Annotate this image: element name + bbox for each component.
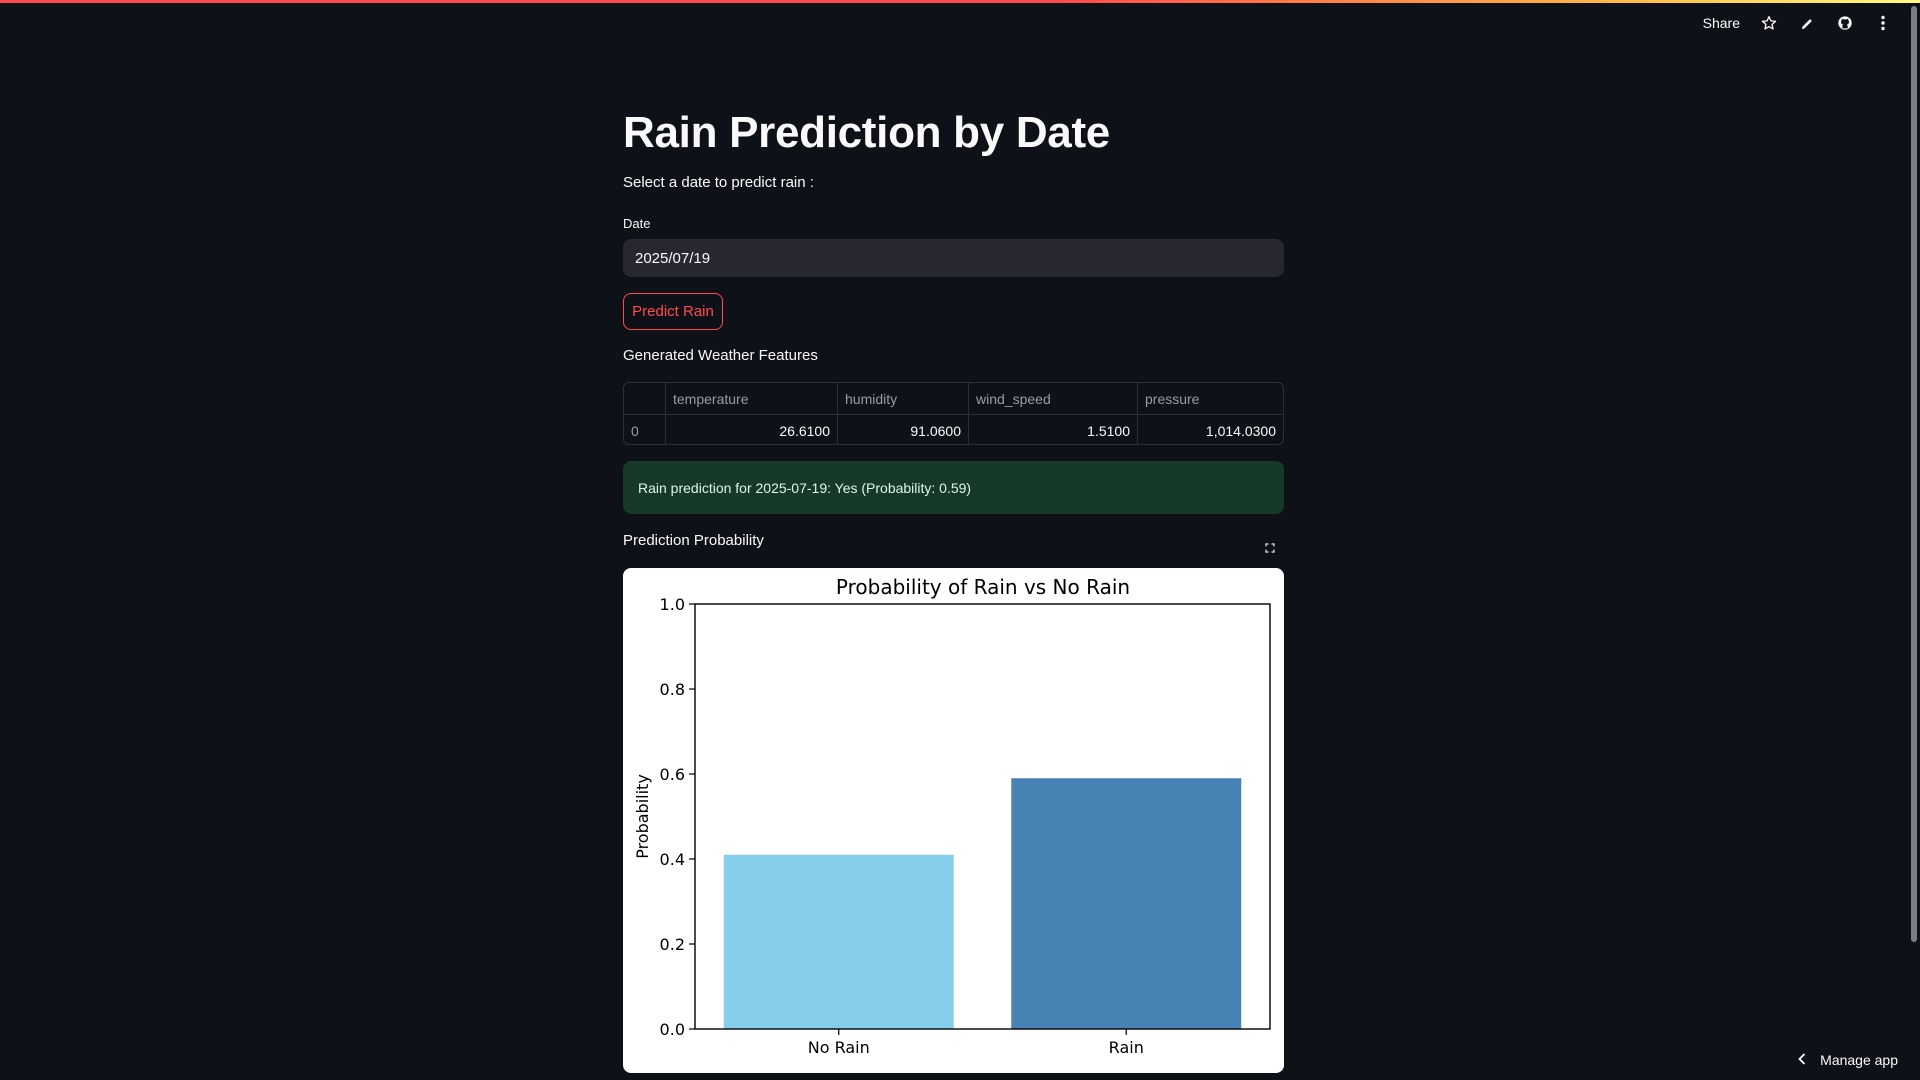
chart-marks: 0.0 0.2 0.4 0.6 0.8 1.0 No Rain Rain xyxy=(660,595,1242,1057)
probability-heading: Prediction Probability xyxy=(623,532,764,549)
header-toolbar: Share xyxy=(1703,14,1892,32)
x-tick-label: No Rain xyxy=(808,1038,870,1057)
bar-no-rain xyxy=(723,854,954,1029)
prediction-message: Rain prediction for 2025-07-19: Yes (Pro… xyxy=(638,479,972,496)
share-button[interactable]: Share xyxy=(1703,15,1740,31)
more-options-icon[interactable] xyxy=(1874,14,1892,32)
edit-pencil-icon[interactable] xyxy=(1798,14,1816,32)
manage-app-label: Manage app xyxy=(1820,1052,1898,1068)
chart-title: Probability of Rain vs No Rain xyxy=(836,575,1130,599)
table-header-pressure[interactable]: pressure xyxy=(1137,383,1283,414)
y-tick-label: 0.4 xyxy=(660,850,685,869)
y-tick-label: 0.2 xyxy=(660,935,685,954)
page-scrollbar[interactable] xyxy=(1911,6,1917,942)
github-icon[interactable] xyxy=(1836,14,1854,32)
fullscreen-icon[interactable] xyxy=(1263,541,1277,555)
bar-rain xyxy=(1011,778,1242,1029)
table-header-humidity[interactable]: humidity xyxy=(837,383,968,414)
predict-rain-button[interactable]: Predict Rain xyxy=(623,293,723,330)
date-label: Date xyxy=(623,216,651,231)
table-header-wind-speed[interactable]: wind_speed xyxy=(968,383,1137,414)
weather-features-table[interactable]: temperature humidity wind_speed pressure… xyxy=(623,382,1284,445)
table-cell-humidity[interactable]: 91.0600 xyxy=(837,415,968,444)
star-icon[interactable] xyxy=(1760,14,1778,32)
table-row: 0 26.6100 91.0600 1.5100 1,014.0300 xyxy=(624,414,1283,444)
table-cell-index[interactable]: 0 xyxy=(624,415,665,444)
prediction-success-alert: Rain prediction for 2025-07-19: Yes (Pro… xyxy=(623,461,1284,514)
table-cell-wind-speed[interactable]: 1.5100 xyxy=(968,415,1137,444)
top-decoration-bar xyxy=(0,0,1920,3)
x-tick-label: Rain xyxy=(1109,1038,1144,1057)
chevron-left-icon xyxy=(1798,1052,1806,1068)
manage-app-button[interactable]: Manage app xyxy=(1798,1052,1898,1068)
table-cell-pressure[interactable]: 1,014.0300 xyxy=(1137,415,1283,444)
y-tick-label: 1.0 xyxy=(660,595,685,614)
date-input[interactable] xyxy=(623,239,1284,277)
bar-chart-svg: Probability of Rain vs No Rain Probabili… xyxy=(633,575,1271,1057)
y-tick-label: 0.8 xyxy=(660,680,685,699)
main-content: Rain Prediction by Date Select a date to… xyxy=(623,100,1284,1073)
y-tick-label: 0.0 xyxy=(660,1020,685,1039)
table-header-row: temperature humidity wind_speed pressure xyxy=(624,383,1283,414)
table-cell-temperature[interactable]: 26.6100 xyxy=(665,415,837,444)
y-tick-label: 0.6 xyxy=(660,765,685,784)
page-title: Rain Prediction by Date xyxy=(623,108,1110,157)
y-axis-label: Probability xyxy=(633,774,652,859)
table-header-index[interactable] xyxy=(624,383,665,414)
probability-chart: Probability of Rain vs No Rain Probabili… xyxy=(623,568,1284,1073)
table-header-temperature[interactable]: temperature xyxy=(665,383,837,414)
page-subtitle: Select a date to predict rain : xyxy=(623,174,814,191)
features-heading: Generated Weather Features xyxy=(623,347,818,364)
